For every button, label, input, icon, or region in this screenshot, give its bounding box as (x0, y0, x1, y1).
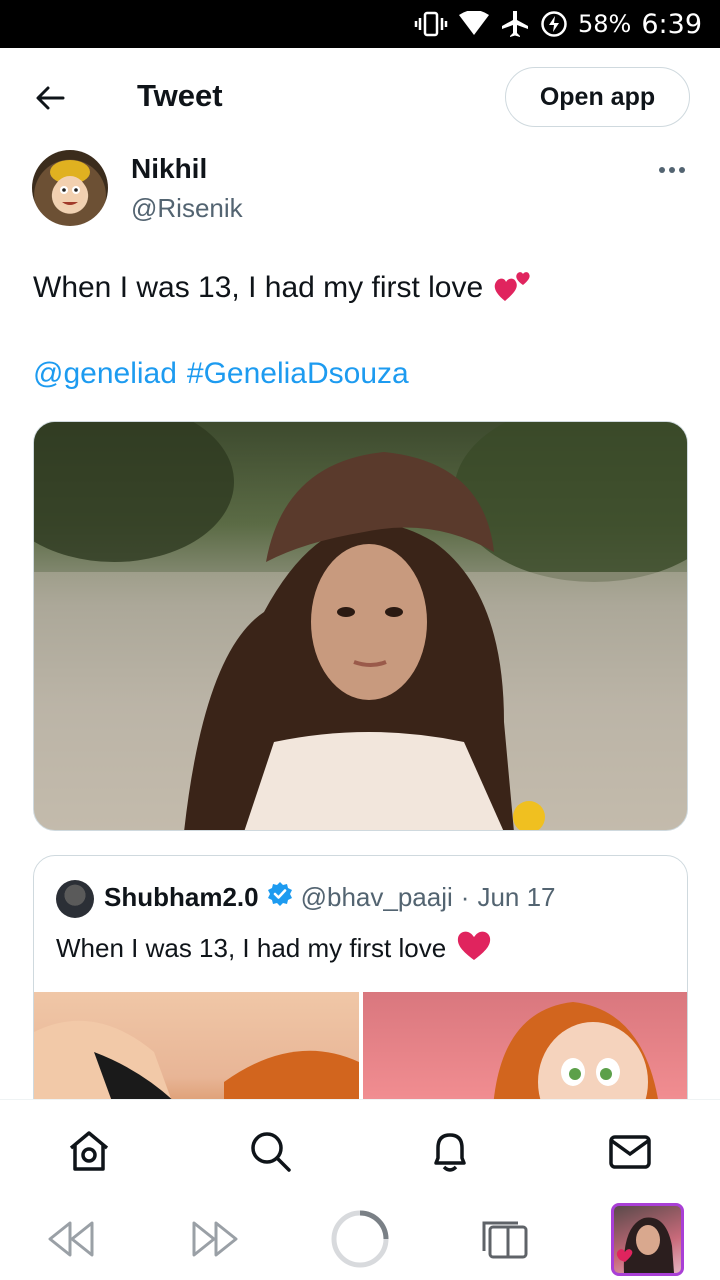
tweet-links: @geneliad #GeneliaDsouza (33, 357, 409, 391)
notifications-icon[interactable] (427, 1128, 473, 1174)
more-dot-icon (679, 167, 685, 173)
tweet-header: Tweet Open app (0, 48, 720, 146)
quote-text: When I was 13, I had my first love (56, 929, 492, 968)
tab-thumbnail[interactable] (611, 1203, 684, 1276)
mention-link[interactable]: @geneliad (33, 357, 177, 391)
hashtag-link[interactable]: #GeneliaDsouza (187, 357, 409, 391)
battery-saver-icon (540, 10, 568, 38)
reload-icon[interactable] (330, 1209, 390, 1269)
messages-icon[interactable] (607, 1128, 653, 1174)
wifi-icon (458, 11, 490, 37)
red-heart-icon (456, 929, 492, 968)
tabs-icon[interactable] (474, 1209, 534, 1269)
author-avatar[interactable] (32, 150, 108, 226)
quote-author-avatar[interactable] (56, 880, 94, 918)
vibrate-icon (414, 10, 448, 38)
author-handle[interactable]: @Risenik (131, 193, 243, 224)
status-bar: 58% 6:39 (0, 0, 720, 48)
tweet-text: When I was 13, I had my first love (33, 265, 533, 311)
more-dot-icon (659, 167, 665, 173)
verified-badge-icon (267, 881, 293, 914)
more-dot-icon (669, 167, 675, 173)
separator: · (460, 882, 470, 912)
quote-date: Jun 17 (477, 882, 556, 912)
page-title: Tweet (137, 78, 223, 113)
search-icon[interactable] (247, 1128, 293, 1174)
home-icon[interactable] (66, 1128, 112, 1174)
back-button[interactable] (28, 76, 72, 120)
tweet-media-image[interactable] (33, 421, 688, 831)
open-app-button[interactable]: Open app (505, 67, 690, 127)
quote-header: Shubham2.0 @bhav_paaji · Jun 17 (104, 881, 556, 914)
tweet-body: When I was 13, I had my first love (33, 271, 484, 304)
author-name[interactable]: Nikhil (131, 153, 207, 185)
quote-author-name[interactable]: Shubham2.0 (104, 882, 259, 913)
battery-percent: 58% (578, 10, 632, 38)
bottom-navigation (0, 1099, 720, 1201)
airplane-icon (500, 9, 530, 39)
quote-author-handle: @bhav_paaji (300, 882, 453, 912)
arrow-left-icon (36, 86, 65, 110)
two-hearts-icon (493, 265, 533, 311)
more-options-button[interactable] (652, 158, 692, 182)
back-icon[interactable] (40, 1209, 100, 1269)
forward-icon[interactable] (186, 1209, 246, 1269)
quote-body: When I was 13, I had my first love (56, 933, 447, 963)
clock: 6:39 (641, 8, 702, 40)
